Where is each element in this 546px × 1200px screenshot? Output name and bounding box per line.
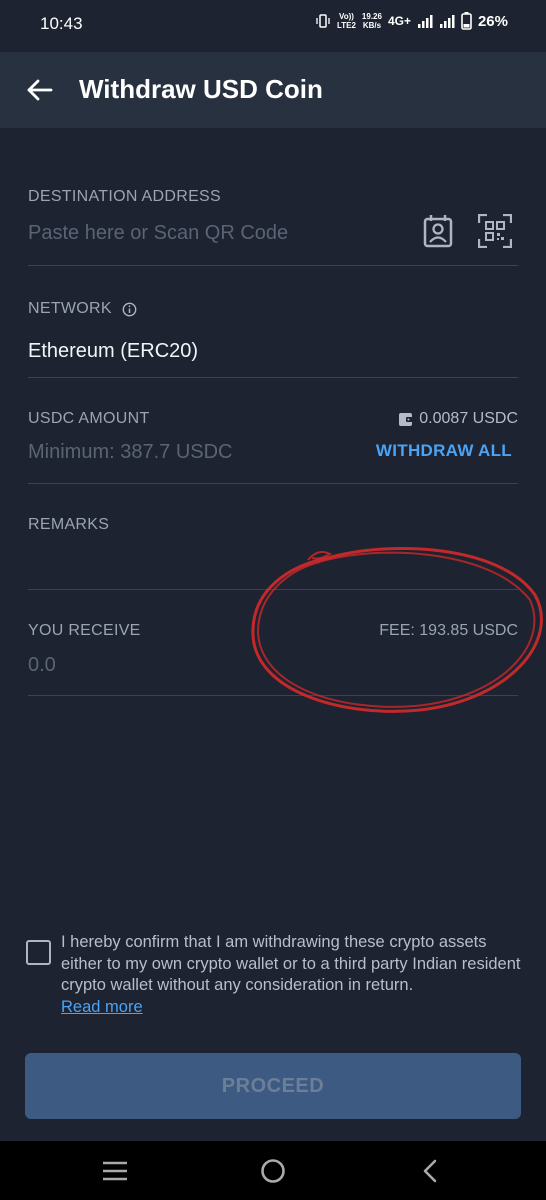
network-type: 4G+ — [387, 14, 411, 28]
arrow-left-icon[interactable] — [24, 74, 56, 106]
confirm-checkbox[interactable] — [26, 940, 51, 965]
confirm-text-block: I hereby confirm that I am withdrawing t… — [61, 932, 521, 1018]
read-more-link[interactable]: Read more — [61, 998, 143, 1016]
status-time: 10:43 — [40, 14, 83, 33]
signal-icon-2 — [439, 15, 455, 28]
network-label: NETWORK — [28, 300, 112, 317]
usdc-amount-label: USDC AMOUNT — [28, 410, 150, 427]
contact-book-icon[interactable] — [422, 214, 454, 248]
signal-icon-1 — [417, 15, 433, 28]
nav-back-icon[interactable] — [420, 1158, 440, 1184]
info-icon[interactable] — [122, 302, 137, 317]
fee-value: FEE: 193.85 USDC — [379, 622, 518, 639]
network-field[interactable]: NETWORK Ethereum (ERC20) — [28, 298, 518, 378]
network-value[interactable]: Ethereum (ERC20) — [28, 340, 198, 363]
remarks-field[interactable]: REMARKS — [28, 514, 518, 590]
usdc-amount-input[interactable]: Minimum: 387.7 USDC — [28, 441, 233, 464]
you-receive-field: YOU RECEIVE 0.0 FEE: 193.85 USDC — [28, 620, 518, 696]
network-label-wrap: NETWORK — [28, 300, 137, 318]
network-speed: 19.26 KB/s — [361, 12, 382, 30]
withdraw-all-button[interactable]: WITHDRAW ALL — [376, 441, 512, 461]
battery-percent: 26% — [477, 12, 508, 30]
proceed-button[interactable]: PROCEED — [25, 1053, 521, 1119]
wallet-balance: 0.0087 USDC — [399, 410, 518, 428]
home-icon[interactable] — [260, 1158, 286, 1184]
you-receive-label: YOU RECEIVE — [28, 622, 141, 639]
destination-address-field[interactable]: DESTINATION ADDRESS Paste here or Scan Q… — [28, 186, 518, 266]
wallet-balance-value: 0.0087 USDC — [419, 410, 518, 427]
confirm-text: I hereby confirm that I am withdrawing t… — [61, 933, 521, 994]
qr-scan-icon[interactable] — [478, 214, 512, 248]
volte-indicator: Vo)) LTE2 — [336, 12, 356, 30]
status-bar: 10:43 Vo)) LTE2 19.26 KB/s 4G+ 26% — [0, 0, 546, 52]
recent-apps-icon[interactable] — [101, 1160, 129, 1182]
wallet-icon — [399, 412, 414, 426]
vibrate-icon — [316, 14, 330, 28]
battery-icon — [461, 12, 472, 30]
destination-address-label: DESTINATION ADDRESS — [28, 188, 221, 205]
status-icons: Vo)) LTE2 19.26 KB/s 4G+ 26% — [315, 12, 508, 30]
you-receive-value: 0.0 — [28, 654, 56, 676]
remarks-label: REMARKS — [28, 516, 110, 533]
usdc-amount-field[interactable]: USDC AMOUNT Minimum: 387.7 USDC 0.0087 U… — [28, 408, 518, 484]
system-nav-bar — [0, 1141, 546, 1200]
page-title: Withdraw USD Coin — [79, 74, 323, 104]
destination-address-input[interactable]: Paste here or Scan QR Code — [28, 222, 288, 245]
app-header: Withdraw USD Coin — [0, 52, 546, 128]
